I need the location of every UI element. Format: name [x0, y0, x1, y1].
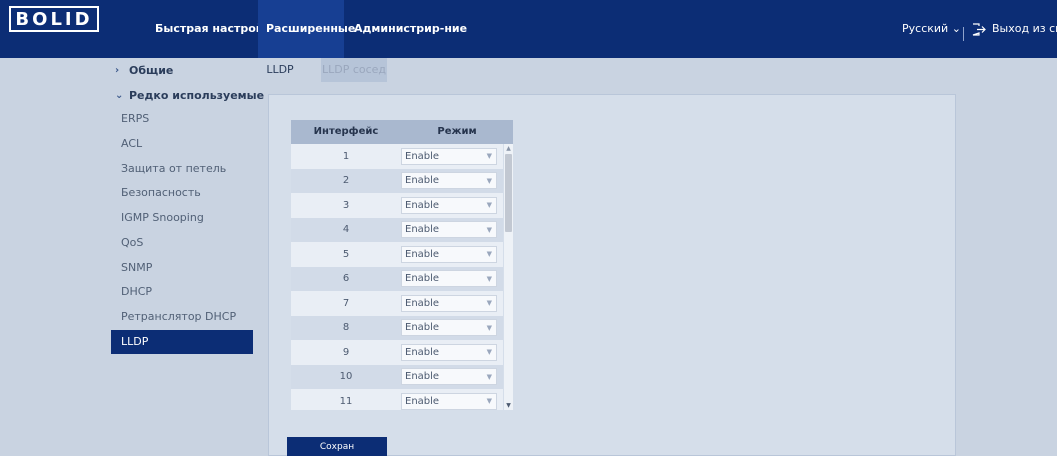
logout-icon [972, 22, 986, 36]
interface-cell: 1 [342, 150, 350, 162]
svg-text:BOLID: BOLID [15, 9, 92, 30]
mode-select[interactable]: Enable ▼ [401, 368, 497, 386]
top-navigation-bar: BOLID Быстрая настройка Расширенные Адми… [0, 0, 1057, 58]
mode-select[interactable]: Enable ▼ [401, 196, 497, 214]
table-row: 3 Enable ▼ [291, 193, 503, 218]
chevron-down-icon: ▼ [486, 397, 492, 406]
mode-value: Enable [405, 150, 440, 162]
table-row: 5 Enable ▼ [291, 242, 503, 267]
interface-cell: 3 [342, 199, 350, 211]
table-row: 2 Enable ▼ [291, 168, 503, 193]
interface-cell: 2 [342, 175, 350, 187]
header-divider [963, 27, 964, 41]
table-row: 4 Enable ▼ [291, 217, 503, 242]
table-body: 1 Enable ▼ 2 Enable ▼ 3 Enable ▼ 4 Enable ▼ … [291, 144, 503, 410]
bolid-logo-icon: BOLID [15, 9, 92, 30]
language-selector[interactable]: Русский ⌄ [902, 0, 961, 58]
mode-select[interactable]: Enable ▼ [401, 221, 497, 239]
table-row: 7 Enable ▼ [291, 291, 503, 316]
mode-select[interactable]: Enable ▼ [401, 294, 497, 312]
nav-advanced[interactable]: Расширенные [258, 0, 355, 58]
lldp-interface-table: Интерфейс Режим 1 Enable ▼ 2 Enable ▼ 3 En… [291, 120, 513, 410]
chevron-down-icon: ▼ [486, 152, 492, 161]
interface-cell: 8 [342, 322, 350, 334]
mode-value: Enable [405, 297, 440, 309]
sidebar-item-erps[interactable]: ERPS [111, 107, 253, 131]
tab-lldp-neighbor[interactable]: LLDP сосед [321, 58, 387, 82]
table-row: 6 Enable ▼ [291, 266, 503, 291]
scrollbar-thumb[interactable] [505, 154, 512, 232]
sidebar-group-label: Редко используемые [129, 89, 265, 102]
mode-value: Enable [405, 175, 440, 187]
sidebar-item-security[interactable]: Безопасность [111, 181, 253, 205]
interface-cell: 11 [339, 395, 353, 407]
chevron-down-icon: ▼ [486, 299, 492, 308]
brand-logo[interactable]: BOLID [9, 6, 99, 32]
table-scrollbar[interactable]: ▲ ▼ [504, 144, 513, 410]
sidebar-item-qos[interactable]: QoS [111, 231, 253, 255]
table-row: 9 Enable ▼ [291, 340, 503, 365]
mode-select[interactable]: Enable ▼ [401, 392, 497, 410]
mode-value: Enable [405, 395, 440, 407]
chevron-down-icon: ▼ [486, 348, 492, 357]
mode-select[interactable]: Enable ▼ [401, 270, 497, 288]
nav-administration[interactable]: Администрир-ние [346, 0, 475, 58]
sidebar-item-loop-protection[interactable]: Защита от петель [111, 157, 253, 181]
table-header: Интерфейс Режим [291, 120, 513, 144]
column-header-mode: Режим [437, 126, 477, 137]
chevron-down-icon: ⌄ [951, 22, 961, 35]
mode-select[interactable]: Enable ▼ [401, 147, 497, 165]
chevron-down-icon: ▼ [486, 372, 492, 381]
sidebar-item-dhcp[interactable]: DHCP [111, 280, 253, 304]
chevron-down-icon: ▼ [486, 225, 492, 234]
table-row: 1 Enable ▼ [291, 144, 503, 169]
mode-value: Enable [405, 224, 440, 236]
chevron-down-icon: ▼ [486, 274, 492, 283]
interface-cell: 10 [339, 371, 353, 383]
interface-cell: 9 [342, 346, 350, 358]
sidebar-item-lldp[interactable]: LLDP [111, 330, 253, 354]
chevron-down-icon: ▼ [486, 323, 492, 332]
scroll-down-icon[interactable]: ▼ [504, 401, 513, 410]
save-button[interactable]: Сохран [287, 437, 387, 456]
chevron-down-icon: ▼ [486, 250, 492, 259]
sidebar-group-rarely-used[interactable]: ⌄ Редко используемые [115, 89, 264, 102]
logout-button[interactable]: Выход из систем [972, 0, 1057, 58]
mode-select[interactable]: Enable ▼ [401, 343, 497, 361]
mode-value: Enable [405, 273, 440, 285]
language-label: Русский [902, 22, 949, 35]
sidebar-item-acl[interactable]: ACL [111, 132, 253, 156]
mode-value: Enable [405, 248, 440, 260]
table-row: 10 Enable ▼ [291, 364, 503, 389]
mode-value: Enable [405, 371, 440, 383]
sidebar-item-dhcp-relay[interactable]: Ретранслятор DHCP [111, 305, 253, 329]
logout-label: Выход из систем [992, 22, 1057, 35]
table-row: 8 Enable ▼ [291, 315, 503, 340]
chevron-down-icon: ⌄ [115, 90, 124, 101]
interface-cell: 6 [342, 273, 350, 285]
mode-value: Enable [405, 346, 440, 358]
interface-cell: 4 [342, 224, 350, 236]
mode-value: Enable [405, 322, 440, 334]
tab-lldp[interactable]: LLDP [259, 58, 301, 82]
sidebar-group-label: Общие [129, 64, 174, 77]
sidebar-item-igmp-snooping[interactable]: IGMP Snooping [111, 206, 253, 230]
sidebar-group-general[interactable]: › Общие [115, 64, 173, 77]
scroll-up-icon[interactable]: ▲ [504, 144, 513, 153]
chevron-down-icon: ▼ [486, 201, 492, 210]
mode-select[interactable]: Enable ▼ [401, 245, 497, 263]
table-row: 11 Enable ▼ [291, 389, 503, 410]
mode-select[interactable]: Enable ▼ [401, 172, 497, 190]
interface-cell: 7 [342, 297, 350, 309]
mode-select[interactable]: Enable ▼ [401, 319, 497, 337]
column-header-interface: Интерфейс [313, 126, 379, 137]
sidebar-item-snmp[interactable]: SNMP [111, 256, 253, 280]
interface-cell: 5 [342, 248, 350, 260]
mode-value: Enable [405, 199, 440, 211]
chevron-right-icon: › [115, 65, 120, 76]
chevron-down-icon: ▼ [486, 176, 492, 185]
